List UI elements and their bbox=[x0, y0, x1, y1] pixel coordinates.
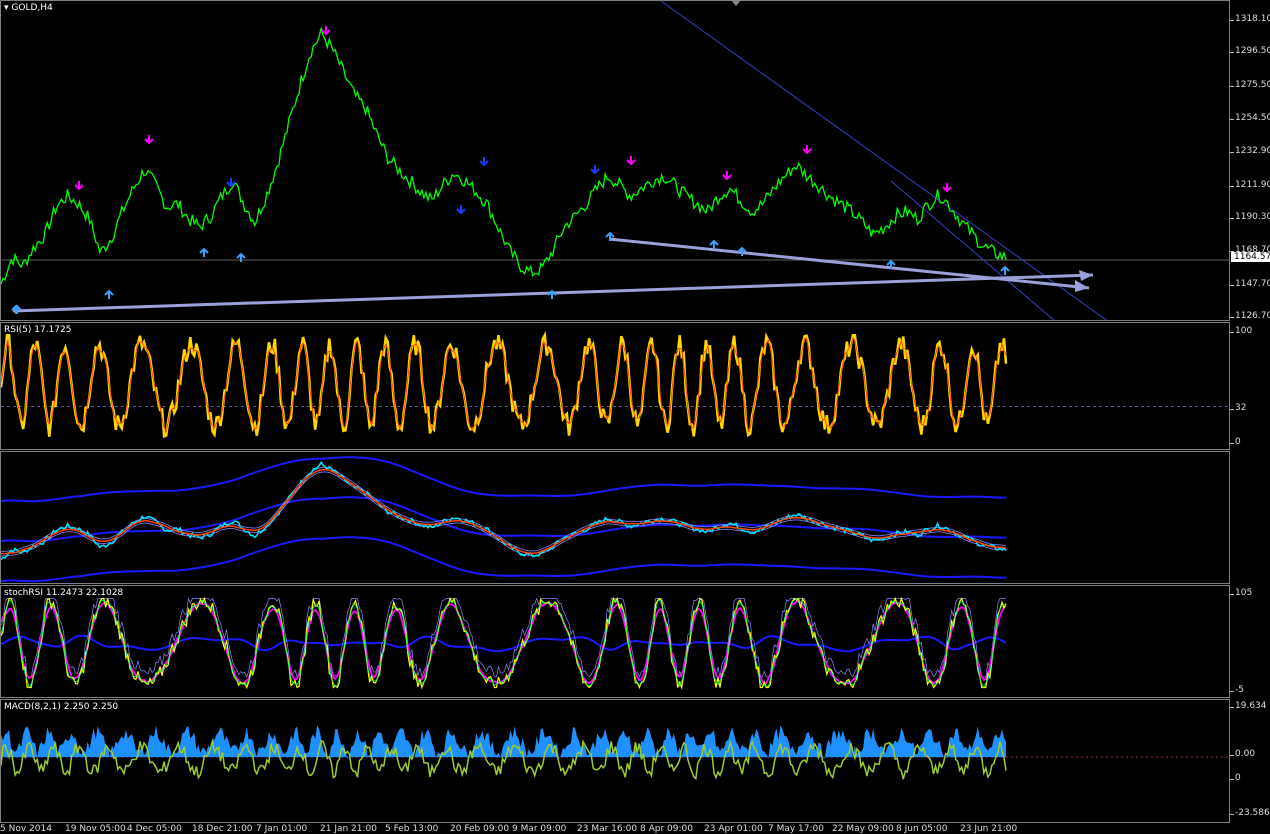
buy-arrow-icon bbox=[1000, 265, 1010, 275]
sell-arrow-icon bbox=[626, 156, 636, 166]
price-chart bbox=[1, 1, 1229, 321]
price-pane-title: ▾ GOLD,H4 bbox=[4, 3, 53, 13]
stoch-envelope-line bbox=[1, 597, 1006, 679]
buy-arrow-icon bbox=[737, 246, 747, 256]
x-tick-label: 22 May 09:00 bbox=[832, 824, 894, 834]
macd-tick-zero2: 0 bbox=[1230, 773, 1241, 783]
macd-tick-zero1: 0.00 bbox=[1229, 749, 1256, 759]
rsi-title: RSI(5) 17.1725 bbox=[4, 325, 72, 335]
trendline-arrowhead bbox=[1075, 280, 1089, 292]
upper-band-line bbox=[1, 456, 1007, 503]
stochrsi-chart bbox=[1, 596, 1007, 690]
stochrsi-pane[interactable]: stochRSI 11.2473 22.1028 bbox=[0, 585, 1230, 698]
price-tick: 1232.90 bbox=[1229, 146, 1270, 156]
sell-arrow-icon bbox=[321, 26, 331, 36]
stoch-tick-105: 105 bbox=[1229, 588, 1253, 598]
envelope-upper-line bbox=[1, 466, 1007, 552]
x-tick-label: 20 Feb 09:00 bbox=[450, 824, 510, 834]
buy-arrow-icon bbox=[709, 239, 719, 249]
price-tick: 1126.70 bbox=[1229, 311, 1270, 321]
macd-tick-min: -23.586 bbox=[1230, 808, 1270, 818]
price-cyan-line bbox=[1, 460, 1007, 561]
bands-chart bbox=[1, 456, 1007, 583]
stoch-green-line bbox=[1, 598, 1007, 689]
scroll-marker-icon[interactable] bbox=[731, 0, 741, 6]
x-tick-label: 19 Nov 05:00 bbox=[65, 824, 126, 834]
bands-pane[interactable] bbox=[0, 451, 1230, 584]
rsi-tick-32: 32 bbox=[1229, 403, 1247, 413]
stochrsi-title: stochRSI 11.2473 22.1028 bbox=[4, 588, 124, 598]
macd-tick-max: 19.634 bbox=[1230, 701, 1267, 711]
moving-average-line bbox=[1, 468, 1007, 555]
x-tick-label: 21 Jan 21:00 bbox=[320, 824, 377, 834]
price-tick: 1211.90 bbox=[1229, 180, 1270, 190]
x-tick-label: 23 Mar 16:00 bbox=[577, 824, 638, 834]
price-tick: 1254.50 bbox=[1229, 113, 1270, 123]
sell-arrow-icon bbox=[456, 205, 466, 215]
x-tick-label: 8 Jun 05:00 bbox=[896, 824, 948, 834]
channel-line[interactable] bbox=[890, 180, 1056, 321]
x-tick-label: 5 Feb 13:00 bbox=[385, 824, 439, 834]
x-tick-label: 9 Mar 09:00 bbox=[512, 824, 567, 834]
buy-arrow-icon bbox=[199, 247, 209, 257]
x-tick-label: 4 Dec 05:00 bbox=[127, 824, 182, 834]
sell-arrow-icon bbox=[479, 157, 489, 167]
rsi-signal-line bbox=[1, 337, 1007, 433]
macd-title: MACD(8,2,1) 2.250 2.250 bbox=[4, 702, 119, 712]
sell-arrow-icon bbox=[802, 145, 812, 155]
resistance-trendline[interactable] bbox=[608, 237, 1090, 290]
sell-arrow-icon bbox=[722, 171, 732, 181]
rsi-line bbox=[1, 330, 1008, 439]
stoch-tick-neg5: -5 bbox=[1230, 685, 1244, 695]
x-tick-label: 7 Jan 01:00 bbox=[256, 824, 308, 834]
rsi-chart bbox=[1, 330, 1229, 439]
buy-arrow-icon bbox=[104, 289, 114, 299]
buy-arrow-icon bbox=[236, 252, 246, 262]
chart-menu-icon[interactable]: ▾ bbox=[4, 3, 9, 13]
x-tick-label: 7 May 17:00 bbox=[768, 824, 824, 834]
x-tick-label: 8 Apr 09:00 bbox=[640, 824, 693, 834]
sell-arrow-icon bbox=[590, 165, 600, 175]
macd-chart bbox=[1, 725, 1229, 781]
price-pane[interactable]: ▾ GOLD,H4 bbox=[0, 0, 1230, 321]
price-series-line bbox=[1, 27, 1007, 285]
x-tick-label: 23 Jun 21:00 bbox=[960, 824, 1018, 834]
rsi-tick-0: 0 bbox=[1230, 437, 1241, 447]
sell-arrow-icon bbox=[942, 183, 952, 193]
price-tick: 1318.10 bbox=[1229, 14, 1270, 24]
stoch-k-line bbox=[1, 596, 1007, 690]
x-tick-label: 23 Apr 01:00 bbox=[704, 824, 763, 834]
stoch-slow-band-line bbox=[1, 634, 1007, 653]
current-price-tag: 1164.57 bbox=[1231, 252, 1270, 262]
trendline-arrowhead bbox=[1079, 270, 1093, 281]
price-tick: 1147.70 bbox=[1229, 279, 1270, 289]
macd-pane[interactable]: MACD(8,2,1) 2.250 2.250 bbox=[0, 699, 1230, 823]
price-tick: 1296.50 bbox=[1229, 46, 1270, 56]
price-tick: 1275.50 bbox=[1229, 80, 1270, 90]
sell-arrow-icon bbox=[144, 135, 154, 145]
rsi-pane[interactable]: RSI(5) 17.1725 bbox=[0, 322, 1230, 450]
x-tick-label: 5 Nov 2014 bbox=[0, 824, 52, 834]
rsi-tick-100: 100 bbox=[1229, 326, 1253, 336]
price-tick: 1190.30 bbox=[1229, 212, 1270, 222]
sell-arrow-icon bbox=[74, 181, 84, 191]
channel-line[interactable] bbox=[660, 1, 1109, 321]
x-tick-label: 18 Dec 21:00 bbox=[192, 824, 253, 834]
